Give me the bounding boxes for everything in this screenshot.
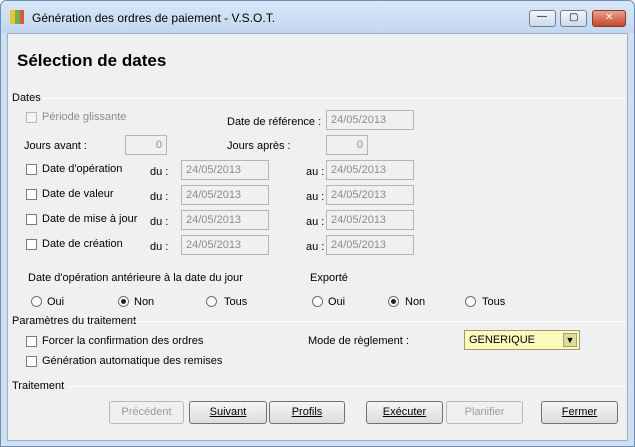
planifier-button[interactable]: Planifier <box>446 401 523 424</box>
window-title: Génération des ordres de paiement - V.S.… <box>32 11 276 25</box>
exporte-label: Exporté <box>310 272 348 284</box>
date-reference-input[interactable]: 24/05/2013 <box>326 110 414 130</box>
date-valeur-label: Date de valeur <box>42 188 114 200</box>
date-mise-a-jour-checkbox[interactable] <box>26 214 37 225</box>
anterieure-tous-label: Tous <box>224 296 248 308</box>
exporte-non-label: Non <box>405 296 426 308</box>
close-icon: ✕ <box>605 12 614 23</box>
exporte-tous-label: Tous <box>482 296 506 308</box>
jours-apres-label: Jours après : <box>227 140 291 152</box>
executer-label: Exécuter <box>382 406 427 418</box>
date-mise-a-jour-label: Date de mise à jour <box>42 213 138 225</box>
precedent-button[interactable]: Précédent <box>109 401 184 424</box>
au-label: au : <box>306 191 325 203</box>
chevron-down-icon: ▼ <box>563 333 577 347</box>
jours-avant-input[interactable]: 0 <box>125 135 167 155</box>
date-creation-du-input[interactable]: 24/05/2013 <box>181 235 269 255</box>
params-divider <box>132 321 625 322</box>
au-label: au : <box>306 166 325 178</box>
mode-reglement-value: GENERIQUE <box>469 334 536 346</box>
du-label: du : <box>150 166 169 178</box>
exporte-oui-radio[interactable] <box>312 296 323 307</box>
page-title: Sélection de dates <box>17 51 167 70</box>
radio-selected-dot <box>391 299 396 304</box>
client-area: Sélection de dates Dates Période glissan… <box>7 33 628 441</box>
exporte-oui-label: Oui <box>328 296 346 308</box>
date-operation-au-input[interactable]: 24/05/2013 <box>326 160 414 180</box>
dates-divider <box>42 98 625 99</box>
periode-glissante-label: Période glissante <box>42 111 127 123</box>
du-label: du : <box>150 191 169 203</box>
date-mise-a-jour-du-input[interactable]: 24/05/2013 <box>181 210 269 230</box>
title-bar[interactable]: Génération des ordres de paiement - V.S.… <box>1 1 634 33</box>
mode-reglement-select[interactable]: GENERIQUE ▼ <box>464 330 580 350</box>
maximize-button[interactable]: ▢ <box>560 10 587 27</box>
date-creation-au-input[interactable]: 24/05/2013 <box>326 235 414 255</box>
anterieure-oui-radio[interactable] <box>31 296 42 307</box>
generation-remises-checkbox[interactable] <box>26 356 37 367</box>
du-label: du : <box>150 241 169 253</box>
anterieure-non-label: Non <box>134 296 155 308</box>
date-operation-du-input[interactable]: 24/05/2013 <box>181 160 269 180</box>
jours-apres-input[interactable]: 0 <box>326 135 368 155</box>
date-operation-label: Date d'opération <box>42 163 123 175</box>
date-valeur-du-input[interactable]: 24/05/2013 <box>181 185 269 205</box>
forcer-confirmation-checkbox[interactable] <box>26 336 37 347</box>
app-icon <box>10 10 24 24</box>
forcer-confirmation-label: Forcer la confirmation des ordres <box>42 335 204 347</box>
au-label: au : <box>306 216 325 228</box>
params-section-label: Paramètres du traitement <box>12 315 137 327</box>
profils-label: Profils <box>291 406 323 418</box>
jours-avant-label: Jours avant : <box>24 140 87 152</box>
du-label: du : <box>150 216 169 228</box>
anterieure-label: Date d'opération antérieure à la date du… <box>28 272 243 284</box>
anterieure-tous-radio[interactable] <box>206 296 217 307</box>
suivant-label: Suivant <box>209 406 247 418</box>
executer-button[interactable]: Exécuter <box>366 401 443 424</box>
anterieure-oui-label: Oui <box>47 296 65 308</box>
close-button[interactable]: ✕ <box>592 10 626 27</box>
exporte-tous-radio[interactable] <box>465 296 476 307</box>
exporte-non-radio[interactable] <box>388 296 399 307</box>
date-creation-label: Date de création <box>42 238 123 250</box>
generation-remises-label: Génération automatique des remises <box>42 355 223 367</box>
main-window: Génération des ordres de paiement - V.S.… <box>0 0 635 447</box>
maximize-icon: ▢ <box>569 12 579 23</box>
mode-reglement-label: Mode de règlement : <box>308 335 409 347</box>
date-operation-checkbox[interactable] <box>26 164 37 175</box>
profils-button[interactable]: Profils <box>269 401 345 424</box>
radio-selected-dot <box>121 299 126 304</box>
date-valeur-au-input[interactable]: 24/05/2013 <box>326 185 414 205</box>
traitement-section-label: Traitement <box>12 380 65 392</box>
date-reference-label: Date de référence : <box>227 116 322 128</box>
date-valeur-checkbox[interactable] <box>26 189 37 200</box>
date-mise-a-jour-au-input[interactable]: 24/05/2013 <box>326 210 414 230</box>
minimize-icon: — <box>537 11 547 22</box>
dates-section-label: Dates <box>12 92 41 104</box>
date-creation-checkbox[interactable] <box>26 239 37 250</box>
traitement-divider <box>68 386 625 387</box>
au-label: au : <box>306 241 325 253</box>
anterieure-non-radio[interactable] <box>118 296 129 307</box>
minimize-button[interactable]: — <box>529 10 556 27</box>
suivant-button[interactable]: Suivant <box>189 401 267 424</box>
fermer-label: Fermer <box>561 406 598 418</box>
fermer-button[interactable]: Fermer <box>541 401 618 424</box>
periode-glissante-checkbox[interactable] <box>26 112 37 123</box>
